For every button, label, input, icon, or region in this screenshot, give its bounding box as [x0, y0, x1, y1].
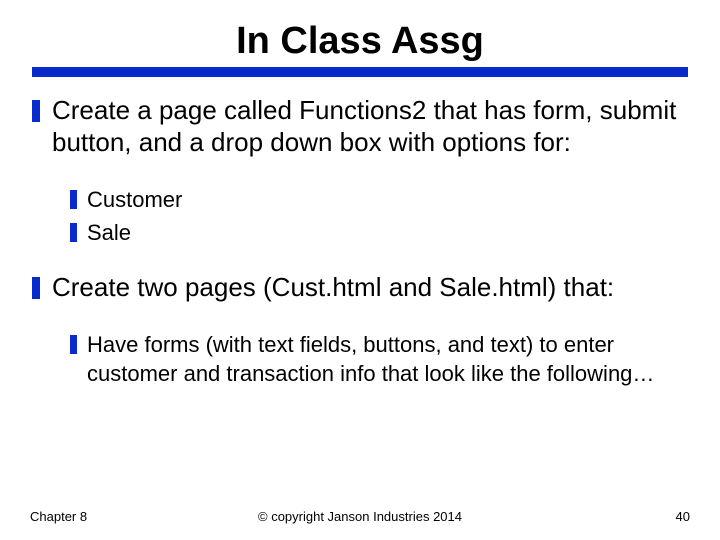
bullet-item: Create two pages (Cust.html and Sale.htm… [32, 272, 688, 304]
footer-center: © copyright Janson Industries 2014 [258, 509, 462, 524]
bullet-icon [70, 335, 77, 354]
footer: Chapter 8 © copyright Janson Industries … [30, 509, 690, 524]
bullet-text: Create a page called Functions2 that has… [52, 95, 688, 158]
title-underline [32, 67, 688, 77]
bullet-item: Sale [70, 219, 688, 248]
footer-left: Chapter 8 [30, 509, 87, 524]
bullet-text: Customer [87, 186, 182, 215]
bullet-text: Create two pages (Cust.html and Sale.htm… [52, 272, 614, 304]
bullet-text: Have forms (with text fields, buttons, a… [87, 331, 688, 388]
bullet-text: Sale [87, 219, 131, 248]
slide-title: In Class Assg [30, 20, 690, 63]
bullet-icon [32, 277, 40, 299]
footer-right: 40 [676, 509, 690, 524]
bullet-icon [70, 190, 77, 209]
bullet-icon [70, 223, 77, 242]
slide-content: Create a page called Functions2 that has… [30, 95, 690, 389]
bullet-item: Customer [70, 186, 688, 215]
bullet-icon [32, 100, 40, 122]
slide: In Class Assg Create a page called Funct… [0, 0, 720, 540]
bullet-item: Have forms (with text fields, buttons, a… [70, 331, 688, 388]
bullet-item: Create a page called Functions2 that has… [32, 95, 688, 158]
